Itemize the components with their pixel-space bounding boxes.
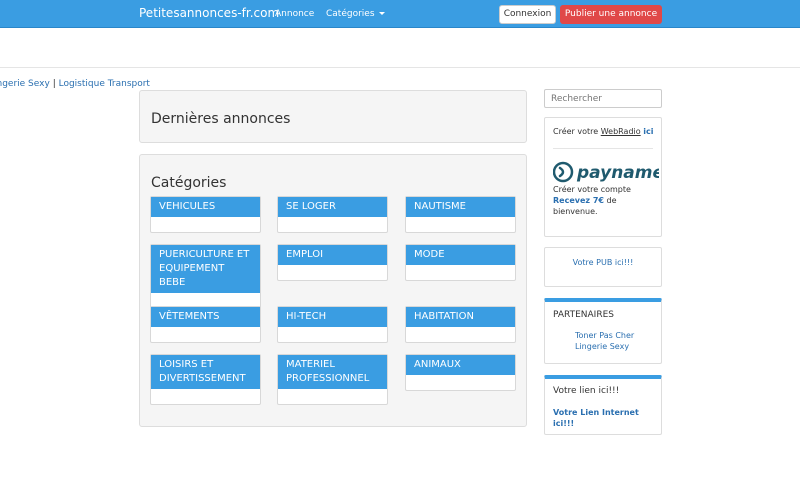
payname-logo-text: payname (576, 163, 659, 183)
category-card[interactable]: EMPLOI (277, 244, 388, 281)
partner-link-toner[interactable]: Toner Pas Cher (575, 331, 634, 340)
pub-link[interactable]: Votre PUB ici!!! (545, 258, 661, 267)
payname-logo[interactable]: payname (553, 160, 659, 184)
category-body (278, 389, 387, 404)
publish-button[interactable]: Publier une annonce (560, 5, 662, 24)
category-body (151, 217, 260, 232)
category-label: ANIMAUX (406, 355, 515, 375)
top-link-logistique[interactable]: Logistique Transport (59, 79, 150, 89)
login-button[interactable]: Connexion (499, 5, 556, 24)
category-label: VÊTEMENTS (151, 307, 260, 327)
category-card[interactable]: LOISIRS ET DIVERTISSEMENT (150, 354, 261, 405)
search-input[interactable] (544, 89, 662, 108)
category-card[interactable]: PUERICULTURE ET EQUIPEMENT BEBE (150, 244, 261, 309)
category-card[interactable]: ANIMAUX (405, 354, 516, 391)
payname-line1: Créer votre compte (553, 185, 631, 194)
category-body (406, 327, 515, 342)
category-body (406, 217, 515, 232)
nav-categories-dropdown[interactable]: Catégories (326, 9, 385, 19)
category-label: HABITATION (406, 307, 515, 327)
category-body (151, 389, 260, 404)
your-link-link[interactable]: Votre Lien Internet ici!!! (553, 407, 653, 429)
divider (0, 67, 800, 68)
pub-box: Votre PUB ici!!! (544, 247, 662, 287)
category-label: HI-TECH (278, 307, 387, 327)
latest-ads-panel: Dernières annonces (139, 90, 527, 143)
webradio-link[interactable]: WebRadio (601, 127, 641, 136)
your-link-box: Votre lien ici!!! Votre Lien Internet ic… (544, 375, 662, 435)
category-label: PUERICULTURE ET EQUIPEMENT BEBE (151, 245, 260, 293)
partners-title: PARTENAIRES (553, 310, 614, 320)
category-body (278, 327, 387, 342)
category-card[interactable]: MATERIEL PROFESSIONNEL (277, 354, 388, 405)
category-card[interactable]: VÊTEMENTS (150, 306, 261, 343)
categories-panel: Catégories VEHICULES SE LOGER NAUTISME P… (139, 154, 527, 427)
latest-ads-title: Dernières annonces (151, 111, 291, 127)
category-card[interactable]: HABITATION (405, 306, 516, 343)
category-body (151, 327, 260, 342)
payname-text: Créer votre compte Recevez 7€ de bienven… (553, 184, 661, 217)
category-card[interactable]: SE LOGER (277, 196, 388, 233)
category-card[interactable]: HI-TECH (277, 306, 388, 343)
top-link-separator: | (52, 79, 56, 89)
webradio-text: Créer votre WebRadio ici (553, 127, 653, 136)
your-link-title: Votre lien ici!!! (553, 386, 620, 396)
top-link-lingerie[interactable]: ingerie Sexy (0, 79, 50, 89)
category-card[interactable]: NAUTISME (405, 196, 516, 233)
category-label: MATERIEL PROFESSIONNEL (278, 355, 387, 389)
category-label: MODE (406, 245, 515, 265)
navbar: Petitesannonces-fr.com Annonce Catégorie… (0, 0, 800, 28)
webradio-prefix: Créer votre (553, 127, 599, 136)
partners-box: PARTENAIRES Toner Pas Cher Lingerie Sexy (544, 298, 662, 364)
category-body (278, 265, 387, 280)
partner-link-lingerie[interactable]: Lingerie Sexy (575, 342, 629, 351)
payname-bonus[interactable]: Recevez 7€ (553, 196, 604, 205)
category-body (406, 375, 515, 390)
webradio-box: Créer votre WebRadio ici payname Créer v… (544, 117, 662, 237)
category-body (278, 217, 387, 232)
categories-title: Catégories (151, 175, 227, 191)
caret-down-icon (378, 12, 385, 15)
category-label: VEHICULES (151, 197, 260, 217)
category-card[interactable]: VEHICULES (150, 196, 261, 233)
webradio-here-link[interactable]: ici (643, 127, 653, 136)
category-label: SE LOGER (278, 197, 387, 217)
top-links: ingerie Sexy | Logistique Transport (0, 79, 150, 89)
category-label: LOISIRS ET DIVERTISSEMENT (151, 355, 260, 389)
divider (553, 148, 653, 149)
category-label: EMPLOI (278, 245, 387, 265)
category-label: NAUTISME (406, 197, 515, 217)
brand-link[interactable]: Petitesannonces-fr.com (139, 6, 279, 20)
category-card[interactable]: MODE (405, 244, 516, 281)
nav-categories-label: Catégories (326, 9, 375, 19)
category-body (406, 265, 515, 280)
nav-annonce[interactable]: Annonce (275, 9, 314, 19)
